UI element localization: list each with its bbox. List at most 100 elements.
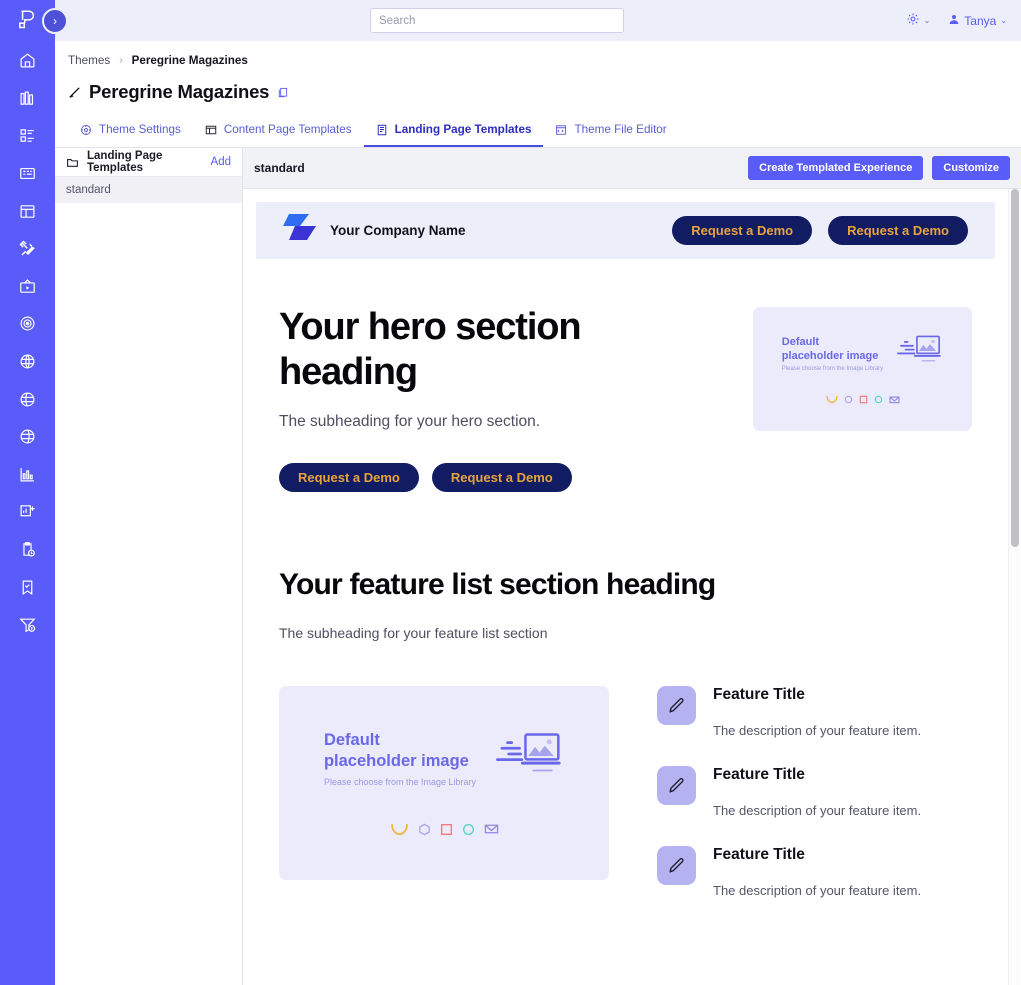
create-templated-experience-button[interactable]: Create Templated Experience xyxy=(748,156,924,180)
feature-text: Feature Title The description of your fe… xyxy=(713,766,921,818)
user-name: Tanya xyxy=(964,13,997,28)
feature-description: The description of your feature item. xyxy=(713,882,922,898)
placeholder-image-hero: Default placeholder image Please choose … xyxy=(753,307,972,431)
tab-theme-settings[interactable]: Theme Settings xyxy=(68,117,193,147)
hero-heading: Your hero section heading xyxy=(279,306,582,393)
placeholder-laptop-icon xyxy=(897,334,943,373)
smile-shape-icon xyxy=(390,823,408,835)
hero-content: Your hero section heading The subheading… xyxy=(279,305,709,492)
breadcrumb-current: Peregrine Magazines xyxy=(131,54,248,67)
form-icon[interactable] xyxy=(9,155,47,193)
feature-text: Feature Title The description of your fe… xyxy=(713,686,921,738)
feature-list-section: Your feature list section heading The su… xyxy=(243,492,1008,926)
tab-theme-file-editor[interactable]: Theme File Editor xyxy=(543,117,678,147)
report-add-icon[interactable] xyxy=(9,493,47,531)
chevron-down-icon: ⌄ xyxy=(1000,16,1007,25)
analytics-icon[interactable] xyxy=(9,456,47,494)
customize-button[interactable]: Customize xyxy=(932,156,1010,180)
list-item-label: standard xyxy=(66,184,111,196)
envelope-shape-icon xyxy=(484,824,498,834)
template-list-panel: Landing Page Templates Add standard xyxy=(55,148,243,985)
gear-icon xyxy=(906,12,920,29)
circle-shape-icon xyxy=(462,823,474,835)
preview-vertical-scrollbar[interactable] xyxy=(1008,189,1020,985)
placeholder-caption: Please choose from the Image Library xyxy=(323,776,477,787)
pencil-icon xyxy=(657,685,696,725)
envelope-shape-icon xyxy=(888,396,900,404)
square-shape-icon xyxy=(859,395,867,404)
search-input[interactable] xyxy=(370,8,624,33)
circle-shape-icon xyxy=(874,395,882,404)
feature-description: The description of your feature item. xyxy=(713,802,922,818)
dashboard-icon[interactable] xyxy=(9,117,47,155)
feature-title: Feature Title xyxy=(713,685,805,703)
preview-template-name: standard xyxy=(254,161,305,175)
feature-description: The description of your feature item. xyxy=(713,722,922,738)
placeholder-title-line2: placeholder image xyxy=(781,350,879,362)
theme-tabs: Theme Settings Content Page Templates La… xyxy=(68,117,679,147)
feature-title: Feature Title xyxy=(713,765,805,783)
search-container xyxy=(370,8,624,33)
pencil-icon xyxy=(657,765,696,805)
preview-scroll-region: Your Company Name Request a Demo Request… xyxy=(243,189,1008,985)
scrollbar-thumb[interactable] xyxy=(1011,189,1019,548)
feature-item: Feature Title The description of your fe… xyxy=(657,685,972,738)
pencil-icon[interactable] xyxy=(68,86,81,99)
hero-cta-primary[interactable]: Request a Demo xyxy=(279,462,419,492)
page-layout-icon[interactable] xyxy=(9,192,47,230)
template-list-title: Landing Page Templates xyxy=(87,150,163,174)
media-icon[interactable] xyxy=(9,268,47,306)
top-bar-right: ⌄ Tanya ⌄ xyxy=(906,0,1007,41)
list-item-standard[interactable]: standard xyxy=(55,177,242,203)
breadcrumb-root[interactable]: Themes xyxy=(68,54,110,67)
tab-label: Theme File Editor xyxy=(574,123,667,136)
target-icon[interactable] xyxy=(9,305,47,343)
placeholder-decorations xyxy=(390,823,499,836)
breadcrumb: Themes › Peregrine Magazines xyxy=(68,54,248,67)
chevron-down-icon: ⌄ xyxy=(923,16,931,25)
company-logo xyxy=(283,213,317,248)
site-header: Your Company Name Request a Demo Request… xyxy=(256,202,995,259)
placeholder-row: Default placeholder image Please choose … xyxy=(324,730,564,787)
header-cta-secondary[interactable]: Request a Demo xyxy=(828,216,968,245)
chevron-right-icon: › xyxy=(53,14,57,28)
primary-nav-rail xyxy=(0,0,55,985)
feature-body: Default placeholder image Please choose … xyxy=(279,685,972,926)
placeholder-decorations xyxy=(826,395,900,404)
hero-subheading: The subheading for your hero section. xyxy=(279,412,541,430)
tools-icon[interactable] xyxy=(9,230,47,268)
hero-cta-group: Request a Demo Request a Demo xyxy=(279,462,709,492)
funnel-dollar-icon[interactable] xyxy=(9,606,47,644)
placeholder-title-line2: placeholder image xyxy=(323,751,469,770)
globe-alt-icon[interactable] xyxy=(9,380,47,418)
hexagon-shape-icon xyxy=(844,395,852,404)
user-menu[interactable]: Tanya ⌄ xyxy=(948,13,1007,29)
globe-icon[interactable] xyxy=(9,343,47,381)
library-icon[interactable] xyxy=(9,80,47,118)
feature-section-subheading: The subheading for your feature list sec… xyxy=(279,624,548,641)
app-root: › ⌄ Tanya ⌄ Themes › xyxy=(0,0,1021,985)
add-template-button[interactable]: Add xyxy=(211,156,231,168)
settings-menu[interactable]: ⌄ xyxy=(906,12,931,29)
clipboard-clock-icon[interactable] xyxy=(9,531,47,569)
settings-gear-icon xyxy=(80,124,92,136)
copy-icon[interactable] xyxy=(277,87,288,98)
tab-landing-page-templates[interactable]: Landing Page Templates xyxy=(363,117,544,147)
header-cta-primary[interactable]: Request a Demo xyxy=(672,216,813,245)
rail-expand-toggle[interactable]: › xyxy=(42,8,68,34)
feature-item: Feature Title The description of your fe… xyxy=(657,845,972,898)
globe-alt2-icon[interactable] xyxy=(9,418,47,456)
placeholder-title-line1: Default xyxy=(781,335,820,348)
hero-cta-secondary[interactable]: Request a Demo xyxy=(431,462,572,492)
placeholder-text: Default placeholder image Please choose … xyxy=(324,730,476,787)
top-bar: ⌄ Tanya ⌄ xyxy=(55,0,1021,41)
tab-content-page-templates[interactable]: Content Page Templates xyxy=(193,117,364,147)
preview-toolbar: standard Create Templated Experience Cus… xyxy=(243,148,1021,189)
template-list-header: Landing Page Templates Add xyxy=(55,148,242,177)
hero-media: Default placeholder image Please choose … xyxy=(709,305,972,492)
placeholder-text: Default placeholder image Please choose … xyxy=(782,335,883,372)
home-icon[interactable] xyxy=(9,42,47,80)
page-title-row: Peregrine Magazines xyxy=(68,81,288,103)
bookmark-check-icon[interactable] xyxy=(9,568,47,606)
breadcrumb-separator: › xyxy=(119,55,123,66)
